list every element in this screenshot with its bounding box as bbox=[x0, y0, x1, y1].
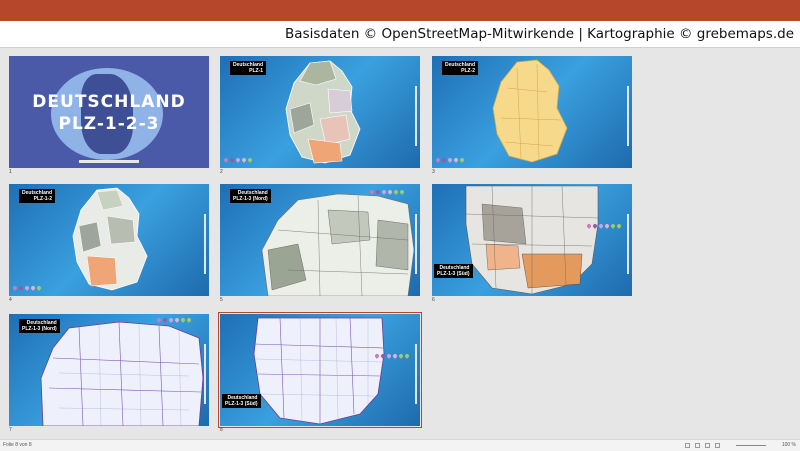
legend-pin-icon bbox=[459, 157, 465, 163]
slide-thumbnail-4[interactable]: Deutschland PLZ-1-2 bbox=[9, 184, 209, 296]
legend-pin-icon bbox=[404, 353, 410, 359]
slide-number: 5 bbox=[220, 297, 223, 303]
germany-map bbox=[253, 317, 385, 425]
legend-pin-icon bbox=[610, 223, 616, 229]
slide-number: 7 bbox=[9, 427, 12, 433]
slide-thumbnail-2[interactable]: Deutschland PLZ-1 bbox=[220, 56, 420, 168]
slide-scrollbar bbox=[204, 214, 206, 274]
legend-pin-icon bbox=[12, 285, 18, 291]
slide-counter: Folie 8 von 8 bbox=[3, 442, 32, 448]
legend-pin-icon bbox=[247, 157, 253, 163]
legend-pin-icon bbox=[18, 285, 24, 291]
slide-scrollbar bbox=[204, 344, 206, 404]
label-line-2: PLZ-1 bbox=[249, 68, 264, 74]
slide-thumbnail-6[interactable]: Deutschland PLZ-1-3 (Süd) bbox=[432, 184, 632, 296]
germany-map bbox=[40, 321, 204, 426]
slide-sorter-view: DEUTSCHLAND PLZ-1-2-3 1 Deutschland PLZ-… bbox=[0, 49, 800, 439]
legend-pin-icon bbox=[241, 157, 247, 163]
slide-number: 3 bbox=[432, 169, 435, 175]
title-line-1: DEUTSCHLAND bbox=[32, 92, 186, 112]
legend-pin-icon bbox=[223, 157, 229, 163]
legend-pin-icon bbox=[36, 285, 42, 291]
slide-scrollbar bbox=[627, 214, 629, 274]
zoom-level[interactable]: 100 % bbox=[782, 440, 796, 451]
label-line-2: PLZ-1-2 bbox=[33, 196, 53, 202]
label-line-2: PLZ-1-3 (Süd) bbox=[225, 401, 258, 407]
slide-thumbnail-3[interactable]: Deutschland PLZ-2 bbox=[432, 56, 632, 168]
germany-map bbox=[261, 193, 415, 296]
slide-scrollbar bbox=[627, 86, 629, 146]
legend-pin-icon bbox=[441, 157, 447, 163]
legend-pin-icon bbox=[616, 223, 622, 229]
legend-pin-icon bbox=[453, 157, 459, 163]
slide-thumbnail-7[interactable]: Deutschland PLZ-1-3 (Nord) bbox=[9, 314, 209, 426]
status-bar: Folie 8 von 8 100 % bbox=[0, 439, 800, 451]
germany-map bbox=[492, 59, 568, 163]
normal-view-button[interactable] bbox=[685, 443, 690, 448]
legend-pin-icon bbox=[392, 353, 398, 359]
slide-label: Deutschland PLZ-1-3 (Süd) bbox=[222, 394, 261, 408]
legend-pin-icon bbox=[398, 353, 404, 359]
slide-sorter-button[interactable] bbox=[695, 443, 700, 448]
slide-number: 2 bbox=[220, 169, 223, 175]
slide-label: Deutschland PLZ-1-2 bbox=[19, 189, 56, 203]
legend-pin-icon bbox=[229, 157, 235, 163]
legend-pin-icon bbox=[435, 157, 441, 163]
slide-scrollbar bbox=[415, 214, 417, 274]
slide-number: 4 bbox=[9, 297, 12, 303]
slide-scrollbar bbox=[415, 344, 417, 404]
legend-pin-icon bbox=[24, 285, 30, 291]
slide-thumbnail-5[interactable]: Deutschland PLZ-1-3 (Nord) bbox=[220, 184, 420, 296]
slide-label: Deutschland PLZ-2 bbox=[442, 61, 479, 75]
slideshow-button[interactable] bbox=[715, 443, 720, 448]
legend-pin-icon bbox=[30, 285, 36, 291]
title-line-2: PLZ-1-2-3 bbox=[58, 114, 160, 134]
germany-map bbox=[72, 187, 148, 291]
slide-label: Deutschland PLZ-1-3 (Süd) bbox=[434, 264, 473, 278]
legend-pin-icon bbox=[604, 223, 610, 229]
germany-map bbox=[285, 60, 361, 164]
footer-bar bbox=[79, 160, 139, 163]
slide-number: 1 bbox=[9, 169, 12, 175]
germany-map bbox=[465, 185, 599, 295]
slide-thumbnail-1[interactable]: DEUTSCHLAND PLZ-1-2-3 bbox=[9, 56, 209, 168]
slide-label: Deutschland PLZ-1 bbox=[230, 61, 267, 75]
credit-banner: Basisdaten © OpenStreetMap-Mitwirkende |… bbox=[0, 21, 800, 48]
label-line-2: PLZ-2 bbox=[461, 68, 476, 74]
slide-scrollbar bbox=[415, 86, 417, 146]
legend-pin-icon bbox=[447, 157, 453, 163]
label-line-2: PLZ-1-3 (Süd) bbox=[437, 271, 470, 277]
zoom-slider[interactable] bbox=[736, 445, 766, 446]
slide-thumbnail-8[interactable]: Deutschland PLZ-1-3 (Süd) bbox=[218, 312, 422, 428]
reading-view-button[interactable] bbox=[705, 443, 710, 448]
slide-number: 8 bbox=[220, 427, 223, 433]
title-bar bbox=[0, 0, 800, 21]
legend-pin-icon bbox=[235, 157, 241, 163]
slide-number: 6 bbox=[432, 297, 435, 303]
